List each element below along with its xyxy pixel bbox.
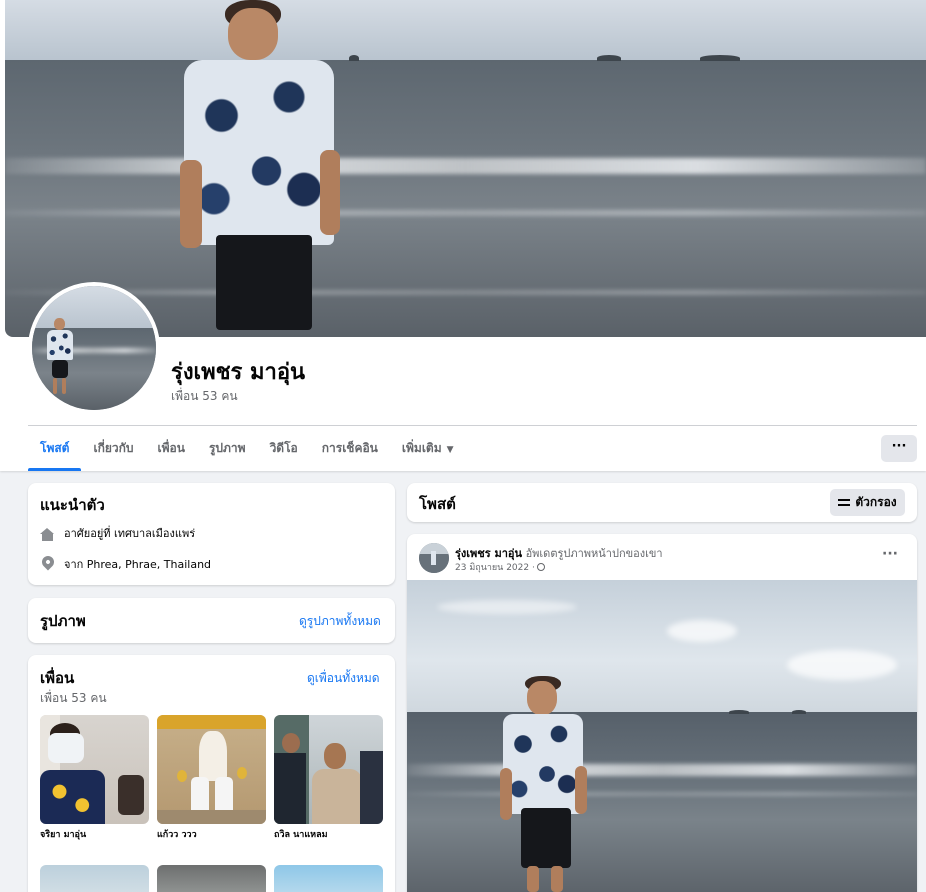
post-author-name[interactable]: รุ่งเพชร มาอุ่น	[455, 547, 522, 560]
profile-tabs: โพสต์ เกี่ยวกับ เพื่อน รูปภาพ วิดีโอ การ…	[28, 426, 466, 471]
friend-item[interactable]	[274, 865, 383, 892]
intro-title: แนะนำตัว	[40, 496, 105, 514]
photos-card: รูปภาพ ดูรูปภาพทั้งหมด	[28, 598, 395, 643]
profile-avatar[interactable]	[28, 282, 160, 414]
friend-item[interactable]: แก้วว ววว	[157, 715, 266, 841]
friend-item[interactable]: จริยา มาอุ่น	[40, 715, 149, 841]
friends-card: เพื่อน ดูเพื่อนทั้งหมด เพื่อน 53 คน จริย…	[28, 655, 395, 892]
tab-posts[interactable]: โพสต์	[28, 426, 82, 471]
globe-icon	[536, 563, 545, 571]
friend-item[interactable]	[157, 865, 266, 892]
intro-lives-in: อาศัยอยู่ที่ เทศบาลเมืองแพร่	[40, 524, 195, 542]
filter-icon	[838, 498, 851, 507]
photos-title: รูปภาพ	[40, 612, 86, 630]
tab-checkins[interactable]: การเช็คอิน	[310, 426, 390, 471]
filter-button[interactable]: ตัวกรอง	[830, 489, 905, 516]
friend-item[interactable]	[40, 865, 149, 892]
tab-photos[interactable]: รูปภาพ	[197, 426, 258, 471]
see-all-friends-link[interactable]: ดูเพื่อนทั้งหมด	[307, 669, 380, 688]
more-options-button[interactable]: ···	[881, 435, 917, 462]
friend-item[interactable]: ถวิล นาแหลม	[274, 715, 383, 841]
friends-title: เพื่อน	[40, 669, 75, 687]
tab-about[interactable]: เกี่ยวกับ	[81, 426, 145, 471]
location-pin-icon	[39, 553, 57, 572]
home-icon	[40, 525, 56, 541]
see-all-photos-link[interactable]: ดูรูปภาพทั้งหมด	[299, 612, 381, 631]
profile-name: รุ่งเพชร มาอุ่น	[171, 360, 306, 385]
caret-down-icon: ▼	[446, 445, 454, 455]
post-timestamp[interactable]: 23 มิถุนายน 2022 ·	[455, 560, 545, 574]
post-author-avatar[interactable]	[419, 543, 449, 573]
tab-more[interactable]: เพิ่มเติม ▼	[390, 426, 466, 471]
profile-friend-count[interactable]: เพื่อน 53 คน	[171, 387, 238, 406]
post-action: อัพเดตรูปภาพหน้าปกของเขา	[525, 547, 663, 560]
post-photo[interactable]	[407, 580, 917, 892]
post-menu-button[interactable]: ···	[882, 546, 898, 562]
friends-count: เพื่อน 53 คน	[40, 691, 107, 705]
intro-from: จาก Phrea, Phrae, Thailand	[39, 553, 211, 573]
tab-videos[interactable]: วิดีโอ	[258, 426, 310, 471]
tab-friends[interactable]: เพื่อน	[146, 426, 197, 471]
posts-title: โพสต์	[419, 495, 456, 513]
intro-card: แนะนำตัว อาศัยอยู่ที่ เทศบาลเมืองแพร่ จา…	[28, 483, 395, 585]
